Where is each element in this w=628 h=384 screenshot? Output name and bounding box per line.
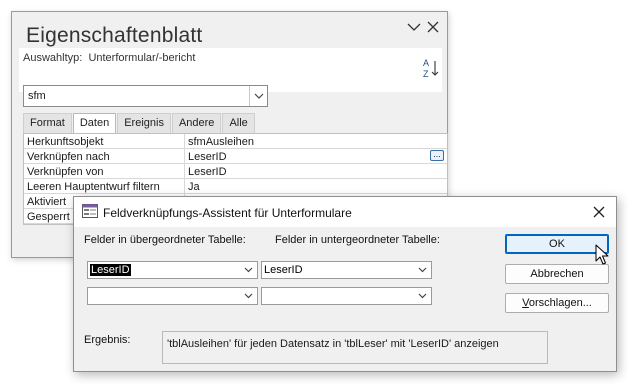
tab-alle[interactable]: Alle (222, 113, 255, 133)
selection-type-label: Auswahltyp: (23, 52, 83, 64)
parent-field-combo-2[interactable] (87, 287, 258, 305)
parent-field-value-1: LeserID (90, 264, 131, 276)
close-icon[interactable] (591, 204, 607, 220)
mouse-pointer-icon (595, 244, 609, 266)
selection-type-value: Unterformular/-bericht (88, 52, 196, 64)
property-value-container[interactable]: LeserID ... (185, 149, 447, 163)
child-field-combo-2[interactable] (261, 287, 432, 305)
tab-ereignis[interactable]: Ereignis (117, 113, 171, 133)
property-key: Leeren Hauptentwurf filtern (24, 179, 185, 193)
property-row[interactable]: Leeren Hauptentwurf filtern Ja (24, 179, 447, 194)
result-label: Ergebnis: (84, 334, 131, 346)
property-value[interactable]: Ja (185, 179, 447, 193)
property-key: Verknüpfen von (24, 164, 185, 178)
sort-az-icon[interactable]: A Z (422, 56, 440, 80)
child-field-combo-1[interactable]: LeserID (261, 261, 432, 279)
form-wizard-icon (82, 204, 98, 218)
parent-fields-label: Felder in übergeordneter Tabelle: (84, 234, 246, 246)
chevron-down-icon[interactable] (405, 18, 423, 36)
property-sheet-title: Eigenschaftenblatt (26, 24, 203, 47)
property-value: LeserID (188, 151, 227, 163)
tab-andere[interactable]: Andere (171, 113, 222, 133)
suggest-button[interactable]: Vorschlagen... (505, 293, 609, 313)
property-tabs: Format Daten Ereignis Andere Alle (23, 113, 256, 133)
tab-format[interactable]: Format (23, 113, 72, 133)
property-value[interactable]: LeserID (185, 164, 447, 178)
svg-text:Z: Z (423, 69, 429, 79)
svg-text:A: A (423, 58, 429, 68)
object-selector-value: sfm (28, 90, 46, 102)
chevron-down-icon[interactable] (414, 288, 431, 304)
result-box: 'tblAusleihen' für jeden Datensatz in 't… (162, 331, 548, 364)
suggest-button-accesskey: V (522, 297, 529, 309)
build-button[interactable]: ... (430, 150, 444, 161)
dialog-title: Feldverknüpfungs-Assistent für Unterform… (103, 206, 352, 220)
property-row[interactable]: Verknüpfen von LeserID (24, 164, 447, 179)
tab-daten[interactable]: Daten (72, 113, 117, 133)
child-field-value-1: LeserID (264, 264, 303, 276)
chevron-down-icon[interactable] (240, 262, 257, 278)
object-selector-combo[interactable]: sfm (23, 85, 268, 107)
result-text: 'tblAusleihen' für jeden Datensatz in 't… (167, 338, 499, 350)
property-row[interactable]: Verknüpfen nach LeserID ... (24, 149, 447, 164)
dialog-title-bar[interactable]: Feldverknüpfungs-Assistent für Unterform… (74, 197, 616, 227)
ok-button[interactable]: OK (505, 234, 609, 254)
chevron-down-icon[interactable] (240, 288, 257, 304)
child-fields-label: Felder in untergeordneter Tabelle: (275, 234, 440, 246)
selection-type: Auswahltyp: Unterformular/-bericht (23, 52, 195, 64)
parent-field-combo-1[interactable]: LeserID (87, 261, 258, 279)
property-key: Verknüpfen nach (24, 149, 185, 163)
property-key: Herkunftsobjekt (24, 134, 185, 148)
cancel-button[interactable]: Abbrechen (505, 264, 609, 284)
subform-link-wizard-dialog: Feldverknüpfungs-Assistent für Unterform… (73, 196, 617, 372)
property-value[interactable]: sfmAusleihen (185, 134, 447, 148)
close-icon[interactable] (424, 18, 442, 36)
chevron-down-icon[interactable] (414, 262, 431, 278)
property-row[interactable]: Herkunftsobjekt sfmAusleihen (24, 134, 447, 149)
chevron-down-icon[interactable] (249, 86, 267, 106)
suggest-button-label: orschlagen... (528, 297, 592, 309)
